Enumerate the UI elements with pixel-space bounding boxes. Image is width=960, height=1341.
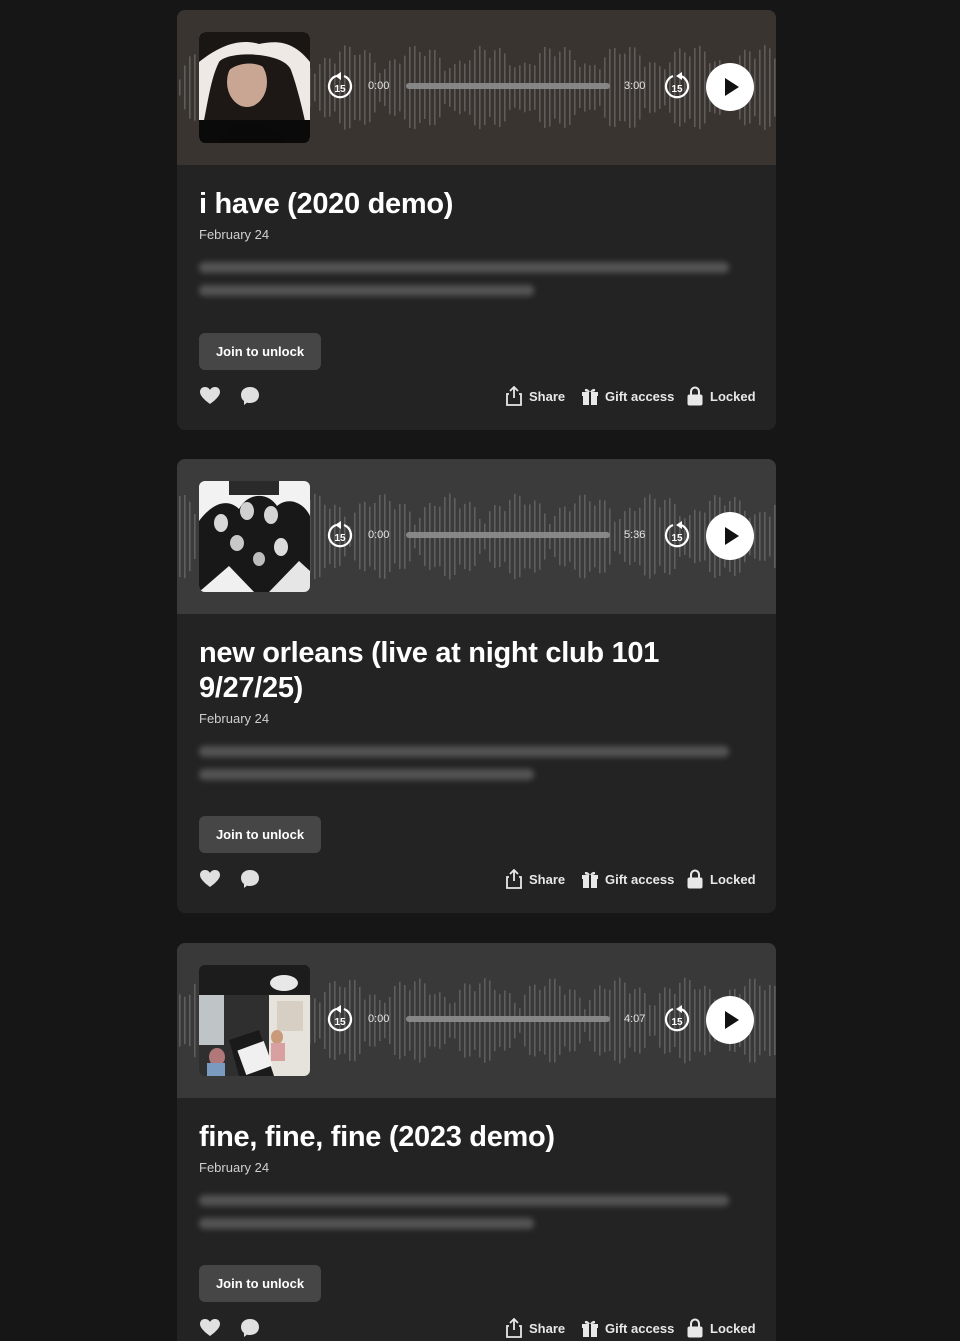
blurred-preview (199, 746, 754, 796)
forward-15-button[interactable]: 15 (664, 1004, 690, 1034)
rewind-15-icon: 15 (327, 72, 353, 99)
heart-icon[interactable] (199, 1317, 221, 1339)
gift-icon (582, 388, 598, 405)
post-date: February 24 (199, 1160, 270, 1175)
post-card-2: 15 0:00 5:36 15 new orleans (live at nig… (177, 459, 776, 913)
cover-art (199, 965, 310, 1076)
share-icon (506, 1318, 522, 1338)
current-time: 0:00 (368, 1013, 390, 1025)
join-to-unlock-button[interactable]: Join to unlock (199, 1265, 321, 1302)
heart-icon[interactable] (199, 385, 221, 407)
locked-label: Locked (710, 871, 756, 887)
share-button[interactable]: Share (505, 384, 565, 408)
rewind-15-icon: 15 (327, 521, 353, 548)
play-button[interactable] (706, 63, 754, 111)
forward-15-button[interactable]: 15 (664, 71, 690, 101)
play-icon (725, 78, 739, 96)
share-label: Share (529, 388, 566, 404)
play-icon (725, 1011, 739, 1029)
share-icon (506, 869, 522, 889)
post-date: February 24 (199, 711, 270, 726)
post-title[interactable]: i have (2020 demo) (199, 187, 754, 222)
join-to-unlock-button[interactable]: Join to unlock (199, 333, 321, 370)
blurred-preview (199, 262, 754, 312)
gift-access-button[interactable]: Gift access (581, 1316, 674, 1340)
play-button[interactable] (706, 512, 754, 560)
rewind-15-button[interactable]: 15 (327, 1004, 353, 1034)
post-actions: Share Gift access Locked (199, 1316, 756, 1340)
post-title[interactable]: fine, fine, fine (2023 demo) (199, 1120, 754, 1155)
svg-text:15: 15 (671, 533, 683, 544)
share-button[interactable]: Share (505, 867, 565, 891)
gift-access-button[interactable]: Gift access (581, 384, 674, 408)
gift-icon (582, 1320, 598, 1337)
locked-label: Locked (710, 388, 756, 404)
svg-text:15: 15 (671, 1017, 683, 1028)
svg-text:15: 15 (334, 533, 346, 544)
join-to-unlock-button[interactable]: Join to unlock (199, 816, 321, 853)
current-time: 0:00 (368, 529, 390, 541)
forward-15-icon: 15 (664, 1005, 690, 1032)
locked-status: Locked (686, 867, 756, 891)
gift-access-label: Gift access (605, 1320, 675, 1336)
locked-status: Locked (686, 1316, 756, 1340)
gift-access-label: Gift access (605, 871, 675, 887)
comment-icon[interactable] (239, 1317, 261, 1339)
rewind-15-button[interactable]: 15 (327, 71, 353, 101)
post-card-1: 15 0:00 3:00 15 i have (2020 demo) Febru… (177, 10, 776, 430)
rewind-15-button[interactable]: 15 (327, 520, 353, 550)
locked-status: Locked (686, 384, 756, 408)
progress-bar[interactable] (406, 1016, 610, 1022)
forward-15-icon: 15 (664, 72, 690, 99)
progress-bar[interactable] (406, 83, 610, 89)
audio-player: 15 0:00 5:36 15 (177, 459, 776, 614)
share-icon (506, 386, 522, 406)
post-actions: Share Gift access Locked (199, 867, 756, 891)
lock-icon (687, 386, 703, 406)
forward-15-button[interactable]: 15 (664, 520, 690, 550)
duration: 5:36 (624, 529, 646, 541)
post-actions: Share Gift access Locked (199, 384, 756, 408)
current-time: 0:00 (368, 80, 390, 92)
play-button[interactable] (706, 996, 754, 1044)
progress-bar[interactable] (406, 532, 610, 538)
heart-icon[interactable] (199, 868, 221, 890)
cover-art (199, 32, 310, 143)
locked-label: Locked (710, 1320, 756, 1336)
gift-icon (582, 871, 598, 888)
post-title[interactable]: new orleans (live at night club 101 9/27… (199, 636, 669, 706)
svg-text:15: 15 (671, 84, 683, 95)
play-icon (725, 527, 739, 545)
duration: 4:07 (624, 1013, 646, 1025)
forward-15-icon: 15 (664, 521, 690, 548)
lock-icon (687, 1318, 703, 1338)
post-date: February 24 (199, 227, 270, 242)
share-label: Share (529, 1320, 566, 1336)
svg-text:15: 15 (334, 84, 346, 95)
share-label: Share (529, 871, 566, 887)
cover-art (199, 481, 310, 592)
audio-player: 15 0:00 4:07 15 (177, 943, 776, 1098)
comment-icon[interactable] (239, 385, 261, 407)
gift-access-label: Gift access (605, 388, 675, 404)
post-card-3: 15 0:00 4:07 15 fine, fine, fine (2023 d… (177, 943, 776, 1341)
lock-icon (687, 869, 703, 889)
gift-access-button[interactable]: Gift access (581, 867, 674, 891)
audio-player: 15 0:00 3:00 15 (177, 10, 776, 165)
duration: 3:00 (624, 80, 646, 92)
comment-icon[interactable] (239, 868, 261, 890)
share-button[interactable]: Share (505, 1316, 565, 1340)
blurred-preview (199, 1195, 754, 1245)
rewind-15-icon: 15 (327, 1005, 353, 1032)
svg-text:15: 15 (334, 1017, 346, 1028)
